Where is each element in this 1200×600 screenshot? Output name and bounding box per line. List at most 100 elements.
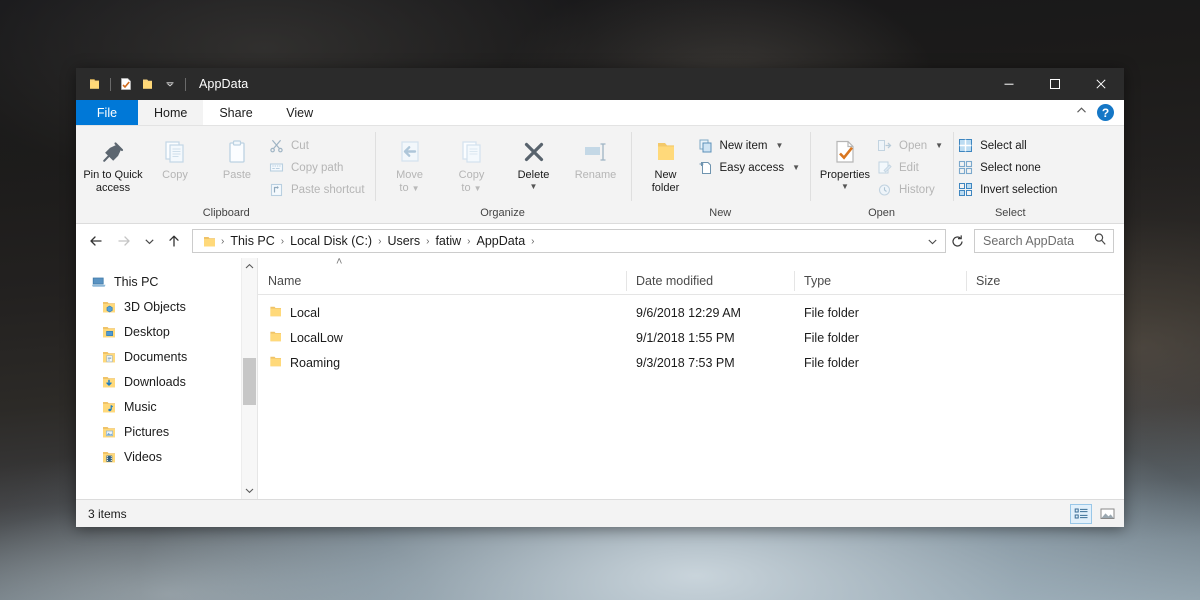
breadcrumb-users[interactable]: Users: [382, 234, 425, 248]
scrollbar-thumb[interactable]: [243, 357, 256, 406]
rename-button[interactable]: Rename: [565, 131, 627, 182]
qat-new-folder-icon[interactable]: [137, 73, 159, 95]
delete-button[interactable]: Delete ▼: [503, 131, 565, 191]
qat-folder-icon[interactable]: [84, 73, 106, 95]
easy-access-button[interactable]: Easy access ▼: [697, 158, 806, 177]
history-button[interactable]: History: [876, 180, 949, 199]
collapse-ribbon-chevron-up-icon[interactable]: [1075, 104, 1088, 122]
select-none-label: Select none: [980, 161, 1041, 174]
edit-button[interactable]: Edit: [876, 158, 949, 177]
easy-access-caret-down-icon[interactable]: ▼: [792, 163, 800, 172]
column-header-size[interactable]: Size: [966, 267, 1074, 295]
sidebar-item-this-pc[interactable]: This PC: [76, 269, 257, 294]
pin-to-quick-access-button[interactable]: Pin to Quick access: [82, 131, 144, 194]
breadcrumb-this-pc[interactable]: This PC: [225, 234, 279, 248]
recent-locations-chevron-down-icon[interactable]: [138, 227, 160, 255]
sidebar-item-label-desktop: Desktop: [124, 324, 170, 339]
open-button[interactable]: Open ▼: [876, 136, 949, 155]
breadcrumb: › This PC › Local Disk (C:) › Users › fa…: [198, 234, 926, 249]
navigation-pane-scrollbar[interactable]: [241, 258, 257, 499]
copy-label: Copy: [162, 169, 188, 181]
ribbon-group-label-clipboard: Clipboard: [202, 207, 250, 219]
copy-path-button[interactable]: Copy path: [268, 158, 371, 177]
copy-to-button[interactable]: Copy to ▼: [441, 131, 503, 194]
details-view-button[interactable]: [1070, 503, 1092, 524]
new-folder-button[interactable]: New folder: [635, 131, 697, 194]
qat-chevron-down-icon[interactable]: [159, 73, 181, 95]
help-button[interactable]: ?: [1097, 104, 1114, 121]
sidebar-item-pictures[interactable]: Pictures: [76, 419, 257, 444]
move-to-icon: [396, 135, 424, 169]
row-date-cell: 9/1/2018 1:55 PM: [636, 330, 735, 345]
new-item-button[interactable]: New item ▼: [697, 136, 806, 155]
delete-caret-down-icon[interactable]: ▼: [530, 182, 538, 191]
properties-check-icon: [831, 135, 859, 169]
invert-selection-button[interactable]: Invert selection: [957, 180, 1063, 199]
sidebar-item-downloads[interactable]: Downloads: [76, 369, 257, 394]
column-header-name[interactable]: Name: [258, 267, 626, 295]
scrollbar-track[interactable]: [242, 275, 257, 482]
select-none-button[interactable]: Select none: [957, 158, 1063, 177]
folder-desktop-icon: [100, 323, 117, 340]
up-button[interactable]: [160, 227, 188, 255]
large-icons-view-button[interactable]: [1096, 504, 1118, 524]
breadcrumb-sep-5[interactable]: ›: [530, 236, 535, 247]
column-headers: Name Date modified Type Size: [258, 267, 1124, 295]
sidebar-item-documents[interactable]: Documents: [76, 344, 257, 369]
copy-icon: [161, 135, 189, 169]
sidebar-item-desktop[interactable]: Desktop: [76, 319, 257, 344]
maximize-button[interactable]: [1032, 68, 1078, 100]
ribbon-group-label-select: Select: [994, 207, 1026, 219]
paste-shortcut-button[interactable]: Paste shortcut: [268, 180, 371, 199]
move-to-button[interactable]: Move to ▼: [379, 131, 441, 194]
table-row[interactable]: Local 9/6/2018 12:29 AM File folder: [258, 300, 1124, 325]
sidebar-item-label-downloads: Downloads: [124, 374, 186, 389]
breadcrumb-appdata[interactable]: AppData: [472, 234, 531, 248]
paste-button[interactable]: Paste: [206, 131, 268, 182]
tab-share[interactable]: Share: [203, 100, 268, 125]
tab-view[interactable]: View: [269, 100, 331, 125]
tab-file[interactable]: File: [76, 100, 138, 125]
select-all-button[interactable]: Select all: [957, 136, 1063, 155]
column-header-type[interactable]: Type: [794, 267, 966, 295]
back-button[interactable]: [82, 227, 110, 255]
minimize-button[interactable]: [986, 68, 1032, 100]
sidebar-item-videos[interactable]: Videos: [76, 444, 257, 469]
address-bar[interactable]: › This PC › Local Disk (C:) › Users › fa…: [192, 229, 946, 253]
refresh-button[interactable]: [946, 230, 968, 252]
search-box[interactable]: Search AppData: [974, 229, 1114, 253]
row-size-cell: [966, 350, 1074, 375]
properties-caret-down-icon[interactable]: ▼: [841, 182, 849, 191]
qat-properties-check-icon[interactable]: [115, 73, 137, 95]
easy-access-label: Easy access: [719, 161, 785, 174]
copy-button[interactable]: Copy: [144, 131, 206, 182]
sidebar-item-music[interactable]: Music: [76, 394, 257, 419]
table-row[interactable]: Roaming 9/3/2018 7:53 PM File folder: [258, 350, 1124, 375]
scroll-down-arrow-icon[interactable]: [242, 482, 257, 499]
pin-to-quick-access-label-1: Pin to Quick: [83, 169, 143, 181]
search-input[interactable]: Search AppData: [983, 234, 1074, 248]
breadcrumb-fatiw[interactable]: fatiw: [430, 234, 466, 248]
row-name-cell[interactable]: Roaming: [258, 350, 626, 375]
breadcrumb-folder-icon[interactable]: [198, 234, 220, 249]
table-row[interactable]: LocalLow 9/1/2018 1:55 PM File folder: [258, 325, 1124, 350]
scroll-up-arrow-icon[interactable]: [242, 258, 257, 275]
ribbon-group-open: Properties ▼ Open ▼ Edit History Open: [810, 126, 953, 223]
row-name-cell[interactable]: LocalLow: [258, 325, 626, 350]
open-caret-down-icon[interactable]: ▼: [935, 141, 943, 150]
address-history-chevron-down-icon[interactable]: [926, 235, 943, 248]
tab-strip-right-controls: ?: [1075, 100, 1124, 125]
folder-icon: [268, 354, 283, 372]
new-item-caret-down-icon[interactable]: ▼: [775, 141, 783, 150]
forward-button[interactable]: [110, 227, 138, 255]
breadcrumb-local-disk-c[interactable]: Local Disk (C:): [285, 234, 377, 248]
cut-button[interactable]: Cut: [268, 136, 371, 155]
sidebar-item-3d-objects[interactable]: 3D Objects: [76, 294, 257, 319]
search-icon[interactable]: [1093, 232, 1107, 251]
column-header-date-modified[interactable]: Date modified: [626, 267, 794, 295]
new-item-label: New item: [719, 139, 768, 152]
row-name-cell[interactable]: Local: [258, 300, 626, 325]
close-button[interactable]: [1078, 68, 1124, 100]
tab-home[interactable]: Home: [138, 100, 204, 125]
properties-button[interactable]: Properties ▼: [814, 131, 876, 191]
